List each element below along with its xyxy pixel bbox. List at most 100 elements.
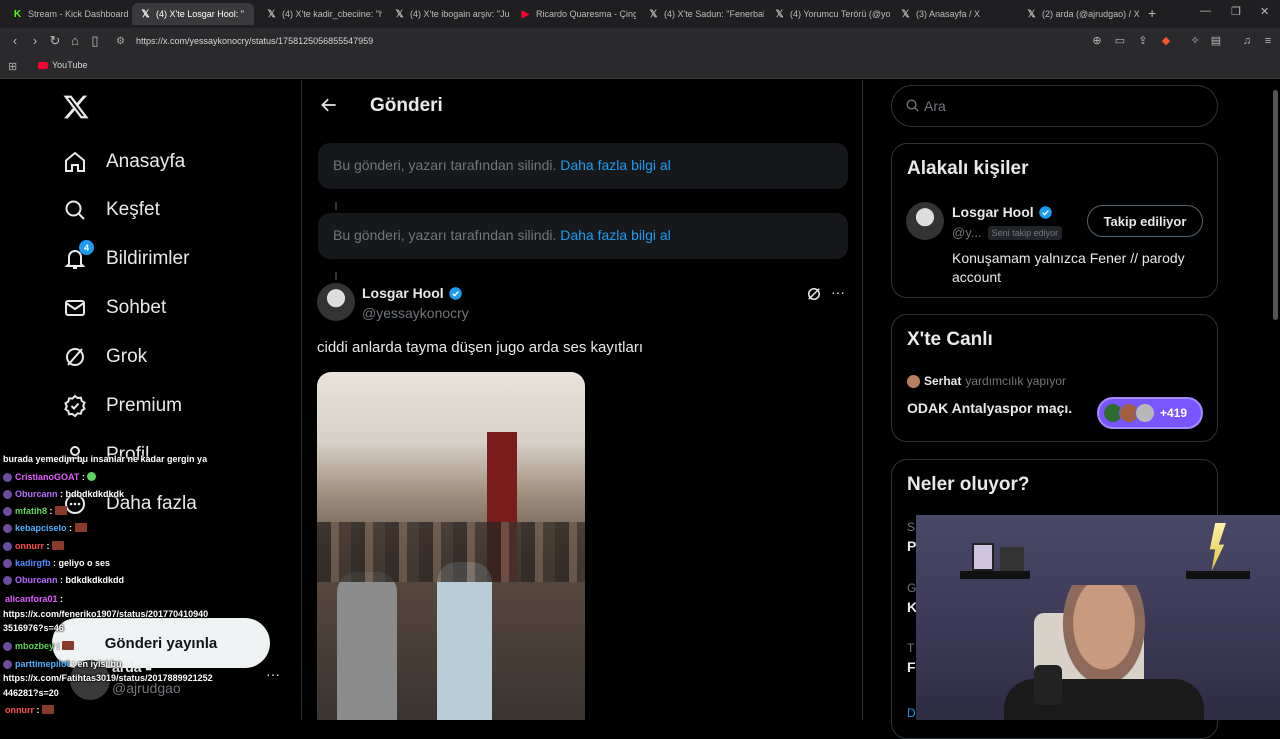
nav-explore[interactable]: Keşfet (62, 190, 160, 230)
menu-icon[interactable]: ≡ (1261, 34, 1275, 48)
emote-icon (55, 506, 68, 515)
following-button[interactable]: Takip ediliyor (1087, 205, 1203, 237)
apps-grid-icon[interactable]: ⊞ (8, 60, 17, 73)
kick-icon: K (13, 8, 22, 20)
follows-you-badge: Seni takip ediyor (987, 225, 1063, 240)
trend-name[interactable]: P (907, 538, 916, 554)
learn-more-link[interactable]: Daha fazla bilgi al (560, 227, 671, 243)
sidebar-icon[interactable]: ▤ (1209, 34, 1223, 48)
premium-icon (62, 393, 88, 419)
tab-ibogain[interactable]: 𝕏 (4) X'te ibogain arşiv: "Jug (386, 3, 510, 25)
tab-label: (4) Yorumcu Terörü (@yor (790, 9, 890, 19)
author-name[interactable]: Losgar Hool (362, 285, 444, 301)
x-logo-icon: 𝕏 (1027, 8, 1036, 20)
live-title[interactable]: ODAK Antalyaspor maçı. (907, 400, 1072, 416)
grok-icon[interactable] (805, 285, 823, 308)
brave-shield-icon[interactable]: ◆ (1159, 34, 1173, 48)
minimize-icon[interactable]: — (1200, 5, 1211, 17)
x-logo-icon[interactable] (62, 93, 90, 121)
emote-icon (87, 472, 97, 481)
chat-username: onnurr (15, 541, 44, 551)
webcam-frame (972, 543, 994, 571)
tab-label: (4) X'te ibogain arşiv: "Jug (410, 9, 510, 19)
chat-text: https://x.com/Fatihtas3019/status/201788… (3, 673, 213, 683)
nav-grok[interactable]: Grok (62, 337, 147, 377)
chat-message: mbozbey : (3, 641, 75, 651)
nav-notifications[interactable]: 4 Bildirimler (62, 239, 189, 279)
tweet-text: ciddi anlarda tayma düşen jugo arda ses … (317, 339, 644, 356)
live-host[interactable]: Serhat yardımcılık yapıyor (907, 374, 1066, 388)
scrollbar[interactable] (1273, 82, 1279, 502)
learn-more-link[interactable]: Daha fazla bilgi al (560, 157, 671, 173)
more-options-icon[interactable]: ··· (831, 284, 845, 300)
close-window-icon[interactable]: ✕ (1260, 5, 1269, 18)
new-tab-icon[interactable]: + (1148, 5, 1156, 21)
nav-home[interactable]: Anasayfa (62, 142, 185, 182)
tab-active-post[interactable]: 𝕏 (4) X'te Losgar Hool: " ✕ (132, 3, 254, 25)
maximize-icon[interactable]: ❐ (1231, 5, 1241, 18)
url-field[interactable]: ⚙ https://x.com/yessaykonocry/status/175… (114, 32, 1074, 51)
search-icon (905, 98, 920, 118)
bookmark-youtube[interactable]: YouTube (38, 60, 87, 70)
chat-text: burada yemedim bu insanlar ne kadar gerg… (3, 454, 208, 464)
bookmark-label: YouTube (52, 60, 88, 70)
extensions-icon[interactable]: ✧ (1188, 34, 1202, 48)
back-icon[interactable]: ‹ (8, 34, 22, 48)
chat-username: alicanfora01 (5, 594, 58, 604)
chat-message: alicanfora01 : (3, 594, 63, 604)
lightning-lamp-icon (1209, 523, 1226, 571)
back-arrow-icon[interactable] (319, 95, 339, 120)
chat-text: 446281?s=20 (3, 688, 59, 698)
tab-yorumcu[interactable]: 𝕏 (4) Yorumcu Terörü (@yor (766, 3, 890, 25)
search-input[interactable]: Ara (891, 85, 1218, 127)
nav-messages[interactable]: Sohbet (62, 288, 166, 328)
nav-premium[interactable]: Premium (62, 386, 182, 426)
x-logo-icon: 𝕏 (649, 8, 658, 20)
tab-kick-dashboard[interactable]: K Stream - Kick Dashboard (4, 3, 128, 25)
cast-icon[interactable]: ▭ (1113, 34, 1127, 48)
deleted-post-notice: Bu gönderi, yazarı tarafından silindi. D… (318, 213, 848, 259)
tab-sadun[interactable]: 𝕏 (4) X'te Sadun: "Fenerbahç (640, 3, 764, 25)
tab-kadir[interactable]: 𝕏 (4) X'te kadir_cbeciine: "ht (258, 3, 382, 25)
author-handle[interactable]: @yessaykonocry (362, 305, 469, 321)
bookmarks-bar: ⊞ YouTube (0, 55, 1280, 79)
url-text: https://x.com/yessaykonocry/status/17581… (136, 36, 374, 46)
user-badge-icon (3, 559, 12, 568)
home-icon[interactable]: ⌂ (68, 34, 82, 48)
zoom-icon[interactable]: ⊕ (1090, 34, 1104, 48)
media-icon[interactable]: ♫ (1240, 34, 1254, 48)
tab-youtube[interactable]: ▶ Ricardo Quaresma - Çinge (512, 3, 636, 25)
chat-username: mbozbey (15, 641, 55, 651)
author-avatar[interactable] (317, 283, 355, 321)
trend-category: T (907, 641, 915, 655)
video-person (437, 562, 492, 720)
forward-icon[interactable]: › (28, 34, 42, 48)
live-listeners-pill[interactable]: +419 (1097, 397, 1203, 429)
chat-text: https://x.com/feneriko1907/status/201770… (3, 609, 209, 619)
x-logo-icon: 𝕏 (901, 8, 910, 20)
tab-anasayfa[interactable]: 𝕏 (3) Anasayfa / X (892, 3, 1016, 25)
webcam-shelf (1186, 571, 1250, 579)
chat-message: burada yemedim bu insanlar ne kadar gerg… (3, 454, 207, 464)
person-name[interactable]: Losgar Hool (952, 204, 1034, 220)
scrollbar-thumb[interactable] (1273, 90, 1278, 320)
x-logo-icon: 𝕏 (775, 8, 784, 20)
tweet-video[interactable] (317, 372, 585, 720)
tab-arda[interactable]: 𝕏 (2) arda (@ajrudgao) / X (1018, 3, 1142, 25)
person-handle[interactable]: @y... (952, 225, 982, 240)
host-status: yardımcılık yapıyor (965, 374, 1067, 388)
avatar[interactable] (906, 202, 944, 240)
reload-icon[interactable]: ↻ (48, 34, 62, 48)
chat-username: onnurr (5, 705, 34, 715)
tab-label: (4) X'te kadir_cbeciine: "ht (282, 9, 382, 19)
emote-icon (74, 523, 87, 532)
site-info-icon[interactable]: ⚙ (116, 32, 125, 51)
microphone-icon (1034, 665, 1062, 705)
share-icon[interactable]: ⇪ (1136, 34, 1150, 48)
show-more-link[interactable]: D (907, 706, 916, 720)
close-tab-icon[interactable]: ✕ (253, 9, 254, 20)
grok-icon (62, 344, 88, 370)
bookmark-icon[interactable]: ▯ (88, 34, 102, 48)
chat-text: : bdbdkdkdkdk (60, 489, 125, 499)
chat-text: : (69, 523, 73, 533)
